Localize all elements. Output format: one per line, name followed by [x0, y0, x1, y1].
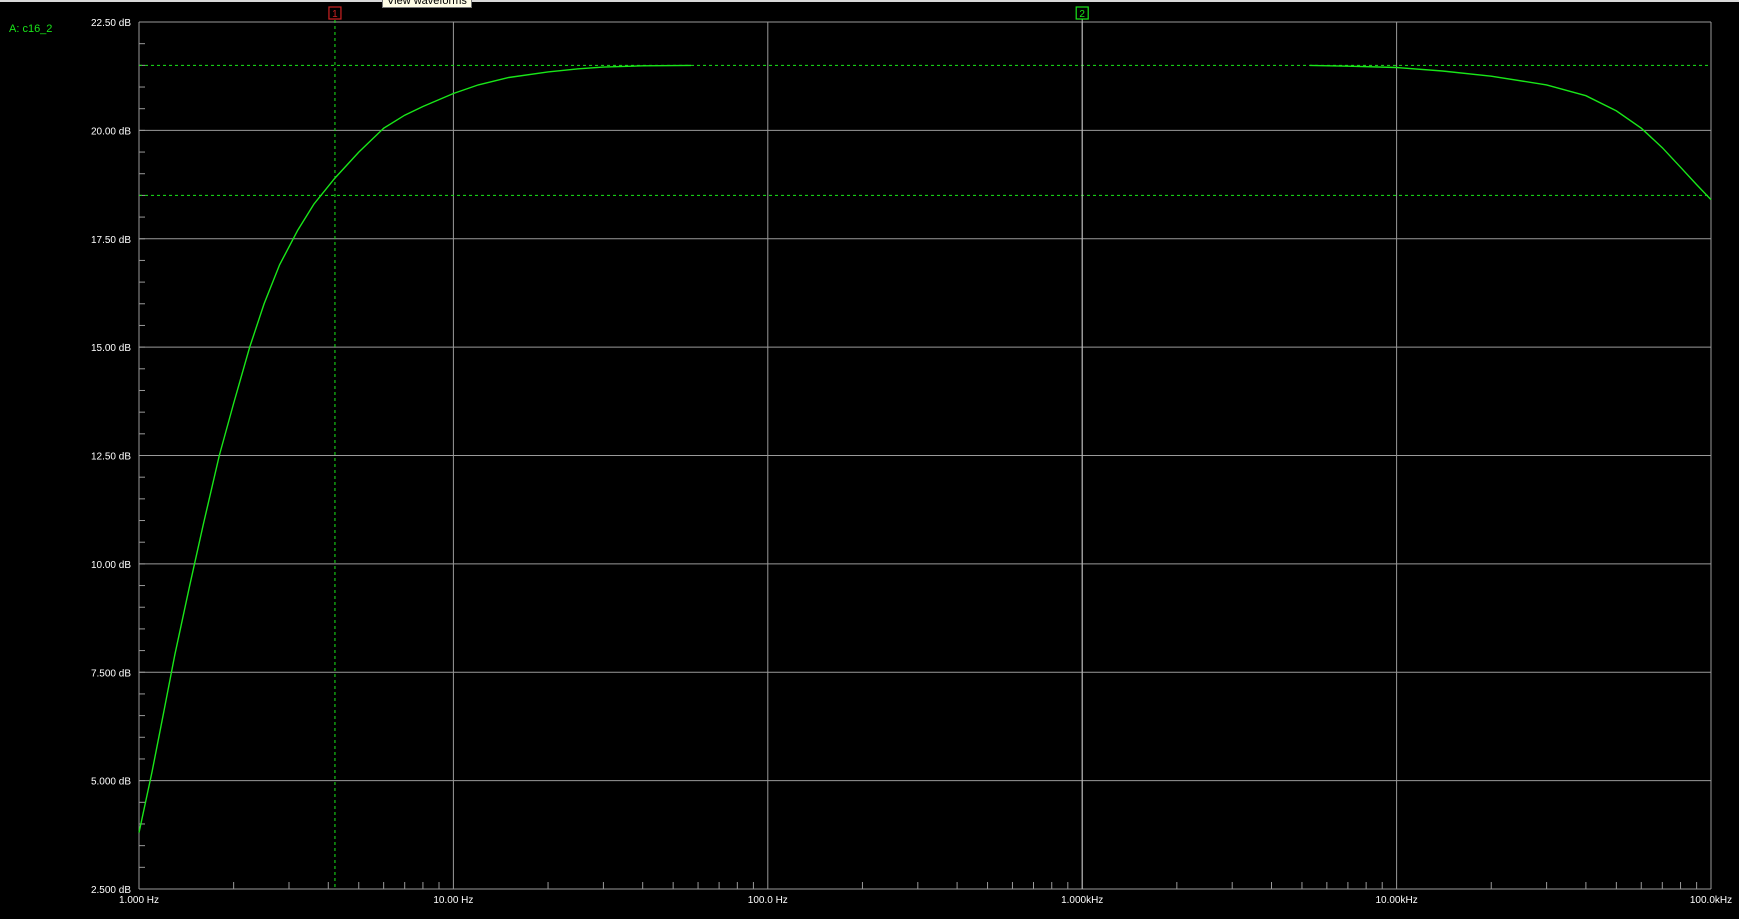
y-tick-label: 20.00 dB	[91, 126, 131, 137]
series-layer	[138, 64, 1712, 833]
x-tick-label: 1.000kHz	[1061, 895, 1103, 906]
tooltip: View waveforms	[382, 0, 472, 8]
cursor-lines	[139, 14, 1711, 889]
y-tick-label: 2.500 dB	[91, 885, 131, 896]
tick-labels: 1.000 Hz 10.00 Hz 100.0 Hz 1.000kHz 10.00kHz…	[91, 18, 1732, 906]
y-tick-label: 5.000 dB	[91, 777, 131, 788]
cursor-markers: 12	[328, 6, 1089, 20]
waveform-plot[interactable]: 1.000 Hz 10.00 Hz 100.0 Hz 1.000kHz 10.00kHz…	[0, 0, 1739, 919]
cursor-2-label: 2	[1079, 9, 1085, 20]
y-tick-label: 12.50 dB	[91, 452, 131, 463]
cursor-1-label: 1	[332, 9, 338, 20]
x-tick-label: 1.000 Hz	[119, 895, 159, 906]
y-tick-label: 7.500 dB	[91, 668, 131, 679]
y-tick-label: 17.50 dB	[91, 235, 131, 246]
series-line-segment	[1309, 64, 1712, 201]
x-tick-label: 10.00kHz	[1375, 895, 1417, 906]
x-tick-label: 100.0kHz	[1690, 895, 1732, 906]
series-line-segment	[138, 64, 692, 833]
y-tick-label: 10.00 dB	[91, 560, 131, 571]
grid-lines	[138, 21, 1712, 890]
x-tick-label: 100.0 Hz	[748, 895, 788, 906]
x-tick-label: 10.00 Hz	[433, 895, 473, 906]
y-tick-label: 15.00 dB	[91, 343, 131, 354]
y-tick-label: 22.50 dB	[91, 18, 131, 29]
